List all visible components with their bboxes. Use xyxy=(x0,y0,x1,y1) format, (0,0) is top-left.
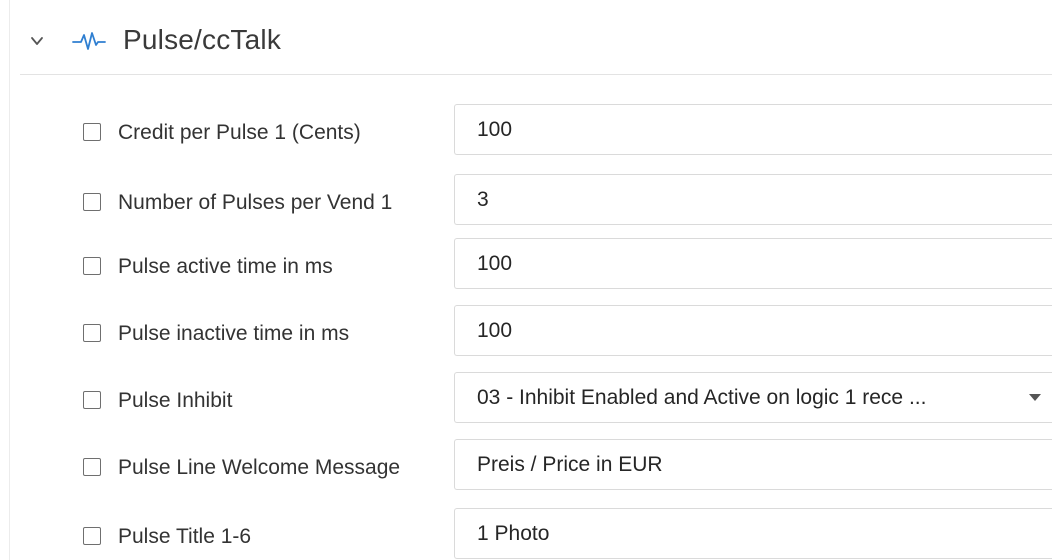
setting-row-pulse-inactive-time: Pulse inactive time in ms 100 xyxy=(0,305,1052,357)
dropdown-arrow-icon[interactable] xyxy=(1029,394,1041,401)
setting-label: Pulse Inhibit xyxy=(118,389,233,412)
setting-row-welcome-message: Pulse Line Welcome Message Preis / Price… xyxy=(0,439,1052,491)
setting-row-pulses-per-vend: Number of Pulses per Vend 1 3 xyxy=(0,174,1052,226)
setting-row-pulse-inhibit: Pulse Inhibit 03 - Inhibit Enabled and A… xyxy=(0,372,1052,424)
checkbox[interactable] xyxy=(83,324,101,342)
checkbox[interactable] xyxy=(83,123,101,141)
field-value: Preis / Price in EUR xyxy=(477,453,663,476)
pulse-cctalk-panel: Pulse/ccTalk Credit per Pulse 1 (Cents) … xyxy=(0,0,1052,560)
credit-per-pulse-input[interactable]: 100 xyxy=(454,104,1052,155)
pulse-inhibit-select[interactable]: 03 - Inhibit Enabled and Active on logic… xyxy=(454,372,1052,423)
field-value: 100 xyxy=(477,118,513,141)
setting-label: Pulse Title 1-6 xyxy=(118,525,252,548)
pulse-inactive-time-input[interactable]: 100 xyxy=(454,305,1052,356)
checkbox[interactable] xyxy=(83,193,101,211)
selected-option: 03 - Inhibit Enabled and Active on logic… xyxy=(477,386,927,409)
setting-label: Pulse active time in ms xyxy=(118,255,333,278)
setting-label: Number of Pulses per Vend 1 xyxy=(118,191,393,214)
pulses-per-vend-input[interactable]: 3 xyxy=(454,174,1052,225)
pulse-title-input[interactable]: 1 Photo xyxy=(454,508,1052,559)
section-title: Pulse/ccTalk xyxy=(123,24,282,55)
field-value: 1 Photo xyxy=(477,522,550,545)
header-divider xyxy=(20,74,1052,75)
setting-row-pulse-active-time: Pulse active time in ms 100 xyxy=(0,238,1052,290)
section-header[interactable]: Pulse/ccTalk xyxy=(0,0,1052,76)
setting-label: Pulse inactive time in ms xyxy=(118,322,350,345)
chevron-down-icon[interactable] xyxy=(30,34,44,48)
checkbox[interactable] xyxy=(83,458,101,476)
field-value: 100 xyxy=(477,319,513,342)
checkbox[interactable] xyxy=(83,257,101,275)
setting-label: Pulse Line Welcome Message xyxy=(118,456,401,479)
pulse-active-time-input[interactable]: 100 xyxy=(454,238,1052,289)
setting-row-pulse-title: Pulse Title 1-6 1 Photo xyxy=(0,508,1052,560)
setting-row-credit-per-pulse: Credit per Pulse 1 (Cents) 100 xyxy=(0,104,1052,156)
pulse-wave-icon xyxy=(72,32,106,50)
checkbox[interactable] xyxy=(83,391,101,409)
field-value: 3 xyxy=(477,188,489,211)
checkbox[interactable] xyxy=(83,527,101,545)
field-value: 100 xyxy=(477,252,513,275)
setting-label: Credit per Pulse 1 (Cents) xyxy=(118,121,361,144)
welcome-message-input[interactable]: Preis / Price in EUR xyxy=(454,439,1052,490)
